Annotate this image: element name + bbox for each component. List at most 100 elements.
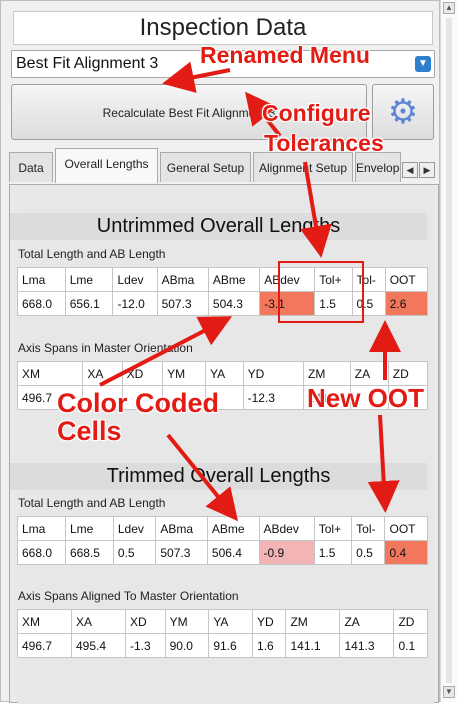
table-cell: 141.1 [285, 633, 341, 658]
table-header-cell: Ldev [112, 516, 157, 541]
table-header-cell: Ldev [112, 267, 158, 292]
scroll-down-button[interactable]: ▼ [443, 686, 455, 698]
table-header-cell: YM [162, 361, 207, 386]
table-header-cell: OOT [384, 267, 429, 292]
table-header-cell: YD [242, 361, 305, 386]
table-header-cell: XA [82, 361, 123, 386]
trimmed-spans-table: XM XA XD YM YA YD ZM ZA ZD 496.7 495.4 -… [17, 609, 428, 658]
table-header-row: XM XA XD YM YA YD ZM ZA ZD [17, 609, 428, 634]
table-header-cell: ABdev [259, 267, 316, 292]
abdev-cell-warn: -0.9 [258, 540, 315, 565]
scroll-up-button[interactable]: ▲ [443, 2, 455, 14]
table-header-cell: YM [164, 609, 210, 634]
table-header-cell: ABme [207, 267, 261, 292]
annotation-cells: Cells [57, 416, 122, 446]
table-header-cell: Tol+ [314, 267, 353, 292]
gear-icon: ⚙ [387, 93, 419, 131]
table-cell: 656.1 [64, 291, 114, 316]
table-header-row: Lma Lme Ldev ABma ABme ABdev Tol+ Tol- O… [17, 516, 428, 541]
annotation-color-coded: Color Coded [57, 388, 219, 418]
tab-prev-button[interactable]: ◀ [402, 162, 418, 178]
table-header-cell: Lme [64, 516, 114, 541]
table-header-cell: Tol- [351, 267, 386, 292]
table-header-cell: XD [121, 361, 164, 386]
alignment-select-value: Best Fit Alignment 3 [16, 55, 159, 72]
oot-cell: 0.4 [384, 540, 428, 565]
table-header-cell: XM [16, 361, 84, 386]
table-cell: 668.5 [64, 540, 114, 565]
table-header-cell: Lma [17, 267, 66, 292]
table-cell: 91.6 [208, 633, 254, 658]
tab-overall-lengths[interactable]: Overall Lengths [55, 148, 158, 183]
tab-next-button[interactable]: ▶ [419, 162, 435, 178]
tol-plus-cell: 1.5 [314, 291, 353, 316]
tab-data[interactable]: Data [9, 152, 53, 182]
table-header-cell: ABdev [258, 516, 315, 541]
annotation-new-oot: New OOT [307, 383, 425, 413]
untrimmed-total-table: Lma Lme Ldev ABma ABme ABdev Tol+ Tol- O… [17, 267, 429, 316]
table-header-cell: YA [205, 361, 244, 386]
table-header-cell: XA [71, 609, 126, 634]
tol-plus-cell: 1.5 [313, 540, 353, 565]
table-header-cell: YA [208, 609, 254, 634]
table-cell: 506.4 [206, 540, 260, 565]
tol-minus-cell: 0.5 [351, 291, 386, 316]
panel-title: Inspection Data [13, 11, 433, 45]
table-header-cell: ABma [156, 267, 209, 292]
table-header-cell: ZA [349, 361, 389, 386]
table-header-cell: Tol+ [313, 516, 353, 541]
tab-general-setup[interactable]: General Setup [160, 152, 251, 182]
untrimmed-total-label: Total Length and AB Length [18, 247, 166, 261]
untrimmed-spans-label: Axis Spans in Master Orientation [18, 341, 193, 355]
table-cell: 507.3 [155, 540, 208, 565]
table-header-cell: XM [17, 609, 72, 634]
table-row: 668.0 668.5 0.5 507.3 506.4 -0.9 1.5 0.5… [17, 540, 428, 565]
annotation-tolerances: Tolerances [264, 130, 384, 156]
table-cell: 141.3 [339, 633, 395, 658]
table-cell: -12.3 [242, 385, 305, 410]
oot-cell: 2.6 [384, 291, 429, 316]
table-cell: 0.5 [112, 540, 157, 565]
vertical-scrollbar[interactable]: ▲ ▼ [440, 0, 457, 702]
table-header-cell: ABme [206, 516, 260, 541]
annotation-renamed-menu: Renamed Menu [200, 42, 370, 68]
trimmed-total-table: Lma Lme Ldev ABma ABme ABdev Tol+ Tol- O… [17, 516, 428, 565]
table-header-cell: XD [125, 609, 166, 634]
table-header-cell: ZD [387, 361, 429, 386]
table-header-row: XM XA XD YM YA YD ZM ZA ZD [16, 361, 429, 386]
chevron-down-icon[interactable]: ▼ [415, 56, 431, 72]
recalculate-button-label: Recalculate Best Fit Alignment 3 [102, 106, 276, 120]
table-row: 668.0 656.1 -12.0 507.3 504.3 -3.1 1.5 0… [17, 291, 429, 316]
table-header-cell: OOT [384, 516, 428, 541]
table-cell: 504.3 [207, 291, 261, 316]
table-cell: -12.0 [112, 291, 158, 316]
table-header-cell: ABma [155, 516, 208, 541]
table-header-cell: ZM [285, 609, 341, 634]
table-cell: 507.3 [156, 291, 209, 316]
table-cell: -1.3 [125, 633, 166, 658]
table-cell: 90.0 [164, 633, 210, 658]
annotation-configure: Configure [262, 100, 371, 126]
table-header-cell: ZD [393, 609, 428, 634]
table-header-cell: Lma [17, 516, 66, 541]
trimmed-spans-label: Axis Spans Aligned To Master Orientation [18, 589, 239, 603]
trimmed-total-label: Total Length and AB Length [18, 496, 166, 510]
table-header-cell: Tol- [351, 516, 386, 541]
tol-minus-cell: 0.5 [351, 540, 386, 565]
table-header-row: Lma Lme Ldev ABma ABme ABdev Tol+ Tol- O… [17, 267, 429, 292]
table-cell: 1.6 [252, 633, 287, 658]
table-header-cell: YD [252, 609, 287, 634]
table-cell: 668.0 [17, 540, 66, 565]
scroll-track[interactable] [446, 18, 452, 683]
table-cell: 495.4 [71, 633, 126, 658]
trimmed-section-title: Trimmed Overall Lengths [10, 463, 427, 490]
table-header-cell: ZA [339, 609, 395, 634]
table-cell: 0.1 [393, 633, 428, 658]
table-header-cell: ZM [303, 361, 351, 386]
table-cell: 668.0 [17, 291, 66, 316]
inspection-panel: Inspection Data Best Fit Alignment 3 ▼ R… [0, 0, 440, 704]
table-cell: 496.7 [17, 633, 72, 658]
abdev-cell-oot: -3.1 [259, 291, 316, 316]
table-row: 496.7 495.4 -1.3 90.0 91.6 1.6 141.1 141… [17, 633, 428, 658]
table-header-cell: Lme [64, 267, 114, 292]
